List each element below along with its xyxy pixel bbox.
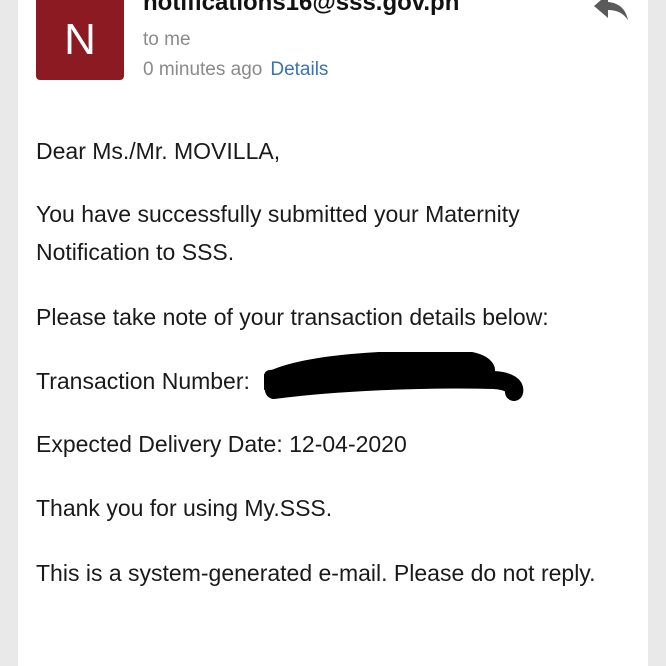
greeting-line: Dear Ms./Mr. MOVILLA,	[36, 138, 281, 164]
redaction-scribble	[264, 352, 524, 401]
details-link[interactable]: Details	[270, 59, 328, 80]
thanks-line: Thank you for using My.SSS.	[36, 495, 333, 521]
submitted-message: You have successfully submitted your Mat…	[36, 201, 520, 265]
sent-time: 0 minutes ago	[143, 59, 263, 80]
sender-address[interactable]: notifications16@sss.gov.ph	[143, 0, 459, 18]
system-notice: This is a system-generated e-mail. Pleas…	[36, 560, 596, 586]
sender-avatar: N	[36, 0, 124, 80]
reply-arrow-icon[interactable]	[590, 0, 630, 22]
delivery-date-line: Expected Delivery Date: 12-04-2020	[36, 431, 407, 457]
avatar-letter: N	[64, 15, 96, 64]
recipient-line: to me	[143, 29, 191, 50]
transaction-number-label: Transaction Number:	[36, 368, 250, 394]
note-message: Please take note of your transaction det…	[36, 304, 549, 330]
time-row: 0 minutes ago Details	[143, 58, 328, 82]
